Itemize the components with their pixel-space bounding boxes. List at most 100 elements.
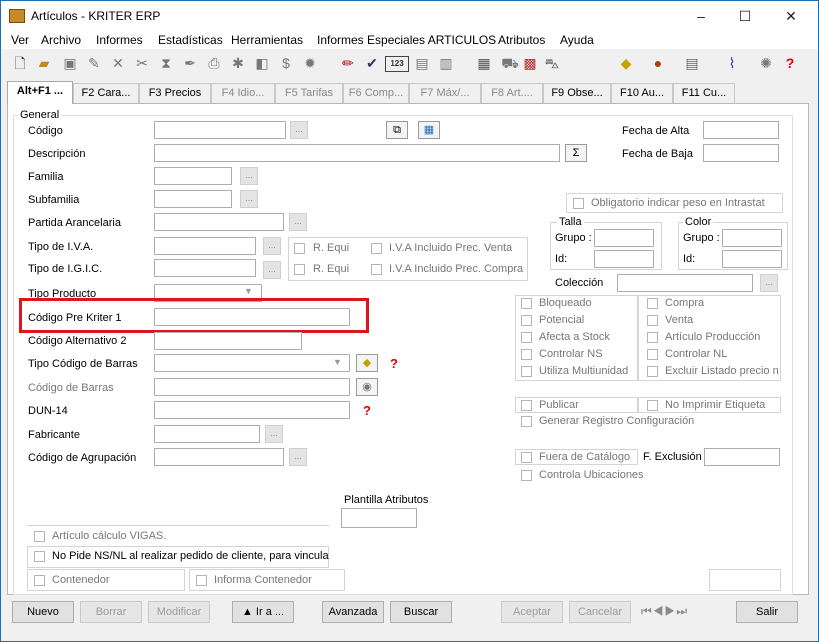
codigo-pre-kriter-input[interactable] bbox=[154, 308, 350, 326]
grid-icon[interactable]: ▦ bbox=[418, 121, 440, 139]
salir-button[interactable]: Salir bbox=[736, 601, 798, 623]
menu-estadisticas[interactable]: Estadísticas bbox=[158, 33, 223, 47]
eraser-icon[interactable]: ◆ bbox=[356, 354, 378, 372]
help-icon[interactable]: ? bbox=[390, 356, 398, 371]
codigo-agrupacion-input[interactable] bbox=[154, 448, 284, 466]
gear-icon[interactable]: ✹ bbox=[301, 54, 319, 72]
aceptar-button[interactable]: Aceptar bbox=[501, 601, 563, 623]
tipo-igic-lookup-button[interactable]: ... bbox=[263, 261, 281, 279]
subfamilia-lookup-button[interactable]: ... bbox=[240, 190, 258, 208]
document-icon[interactable]: ▦ bbox=[475, 54, 493, 72]
cancelar-button[interactable]: Cancelar bbox=[569, 601, 631, 623]
fabricante-input[interactable] bbox=[154, 425, 260, 443]
menu-informes-especiales[interactable]: Informes Especiales ARTICULOS bbox=[317, 33, 496, 47]
generar-registro-checkbox[interactable] bbox=[521, 416, 532, 427]
talla-id-input[interactable] bbox=[594, 250, 654, 268]
compra-checkbox[interactable] bbox=[647, 298, 658, 309]
print-icon[interactable]: ⎙ bbox=[205, 54, 223, 72]
plantilla-atributos-input[interactable] bbox=[341, 508, 417, 528]
delete-icon[interactable]: ✕ bbox=[109, 54, 127, 72]
nuevo-button[interactable]: Nuevo bbox=[12, 601, 74, 623]
notebook-icon[interactable]: ▤ bbox=[683, 54, 701, 72]
paperclip-icon[interactable]: ⌇ bbox=[723, 54, 741, 72]
familia-input[interactable] bbox=[154, 167, 232, 185]
modificar-button[interactable]: Modificar bbox=[148, 601, 210, 623]
familia-lookup-button[interactable]: ... bbox=[240, 167, 258, 185]
chart-icon[interactable]: ▥ bbox=[437, 54, 455, 72]
tab-general[interactable]: Alt+F1 ... bbox=[7, 81, 73, 104]
tipo-iva-lookup-button[interactable]: ... bbox=[263, 237, 281, 255]
tipo-iva-input[interactable] bbox=[154, 237, 256, 255]
numeric-icon[interactable]: 123 bbox=[385, 56, 409, 72]
talla-grupo-input[interactable] bbox=[594, 229, 654, 247]
menu-informes[interactable]: Informes bbox=[96, 33, 143, 47]
tab-compras[interactable]: F6 Comp... bbox=[343, 83, 409, 103]
tab-observaciones[interactable]: F9 Obse... bbox=[543, 83, 611, 103]
borrar-button[interactable]: Borrar bbox=[80, 601, 142, 623]
tipo-igic-input[interactable] bbox=[154, 259, 256, 277]
dollar-icon[interactable]: $ bbox=[277, 54, 295, 72]
record-navigation-icon[interactable]: ⏮◀▶⏭ bbox=[641, 604, 688, 619]
coleccion-lookup-button[interactable]: ... bbox=[760, 274, 778, 292]
no-pide-checkbox[interactable] bbox=[34, 551, 45, 562]
maximize-icon[interactable]: ☐ bbox=[730, 5, 760, 27]
cart-icon[interactable]: ⛟ bbox=[501, 54, 519, 72]
tipo-codigo-barras-select[interactable] bbox=[154, 354, 350, 372]
filter-icon[interactable]: ⧗ bbox=[157, 54, 175, 72]
partida-input[interactable] bbox=[154, 213, 284, 231]
snowflake-icon[interactable]: ✱ bbox=[229, 54, 247, 72]
fabricante-lookup-button[interactable]: ... bbox=[265, 425, 283, 443]
copy-icon[interactable]: ⧉ bbox=[386, 121, 408, 139]
fuera-catalogo-checkbox[interactable] bbox=[521, 452, 532, 463]
r-equi-iva-checkbox[interactable] bbox=[294, 243, 305, 254]
bug-icon[interactable]: ✺ bbox=[757, 54, 775, 72]
tab-tarifas[interactable]: F5 Tarifas bbox=[275, 83, 343, 103]
money-bag-icon[interactable]: ● bbox=[649, 54, 667, 72]
codigo-agrupacion-lookup-button[interactable]: ... bbox=[289, 448, 307, 466]
new-icon[interactable]: 🗋 bbox=[11, 54, 29, 72]
codigo-lookup-button[interactable]: ... bbox=[290, 121, 308, 139]
menu-ver[interactable]: Ver bbox=[11, 33, 29, 47]
bloqueado-checkbox[interactable] bbox=[521, 298, 532, 309]
afecta-stock-checkbox[interactable] bbox=[521, 332, 532, 343]
menu-herramientas[interactable]: Herramientas bbox=[231, 33, 303, 47]
sigma-button[interactable]: Σ bbox=[565, 144, 587, 162]
venta-checkbox[interactable] bbox=[647, 315, 658, 326]
pen-icon[interactable]: ✒ bbox=[181, 54, 199, 72]
no-imprimir-checkbox[interactable] bbox=[647, 400, 658, 411]
articulo-produccion-checkbox[interactable] bbox=[647, 332, 658, 343]
iva-incluido-compra-checkbox[interactable] bbox=[371, 264, 382, 275]
help-icon[interactable]: ? bbox=[363, 403, 371, 418]
menu-atributos[interactable]: Atributos bbox=[498, 33, 545, 47]
check-icon[interactable]: ✔ bbox=[363, 54, 381, 72]
coleccion-input[interactable] bbox=[617, 274, 753, 292]
menu-archivo[interactable]: Archivo bbox=[41, 33, 81, 47]
buscar-button[interactable]: Buscar bbox=[390, 601, 452, 623]
close-icon[interactable]: ✕ bbox=[776, 5, 806, 27]
color-grupo-input[interactable] bbox=[722, 229, 782, 247]
excluir-listado-checkbox[interactable] bbox=[647, 366, 658, 377]
fecha-baja-input[interactable] bbox=[703, 144, 779, 162]
codigo-alternativo-input[interactable] bbox=[154, 332, 302, 350]
vigas-checkbox[interactable] bbox=[34, 531, 45, 542]
fecha-alta-input[interactable] bbox=[703, 121, 779, 139]
box-icon[interactable]: ◧ bbox=[253, 54, 271, 72]
eye-icon[interactable]: ◉ bbox=[356, 378, 378, 396]
descripcion-input[interactable] bbox=[154, 144, 560, 162]
partida-lookup-button[interactable]: ... bbox=[289, 213, 307, 231]
utiliza-multiunidad-checkbox[interactable] bbox=[521, 366, 532, 377]
tools-icon[interactable]: ✂ bbox=[133, 54, 151, 72]
menu-ayuda[interactable]: Ayuda bbox=[560, 33, 594, 47]
fecha-exclusion-input[interactable] bbox=[704, 448, 780, 466]
tab-auxiliar[interactable]: F10 Au... bbox=[611, 83, 673, 103]
scanner-icon[interactable]: ◆ bbox=[617, 54, 635, 72]
controla-ubicaciones-checkbox[interactable] bbox=[521, 470, 532, 481]
informa-contenedor-checkbox[interactable] bbox=[196, 575, 207, 586]
minimize-icon[interactable]: – bbox=[686, 5, 716, 27]
scanner-icon[interactable]: ▩ bbox=[521, 54, 539, 72]
subfamilia-input[interactable] bbox=[154, 190, 232, 208]
calculator-icon[interactable]: ▤ bbox=[413, 54, 431, 72]
save-icon[interactable]: ▣ bbox=[61, 54, 79, 72]
contenedor-checkbox[interactable] bbox=[34, 575, 45, 586]
tab-caracteristicas[interactable]: F2 Cara... bbox=[73, 83, 139, 103]
